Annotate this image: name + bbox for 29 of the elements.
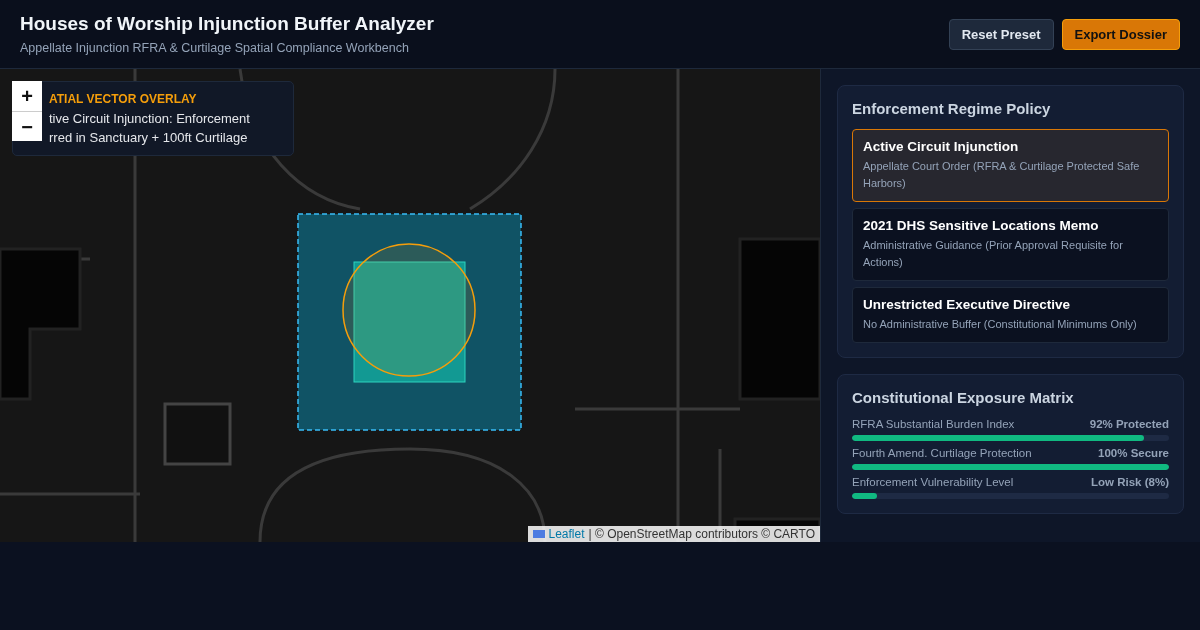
option-description: No Administrative Buffer (Constitutional Minimums Only) [863, 317, 1138, 332]
metric-label: Enforcement Vulnerability Level [852, 476, 1014, 488]
option-title: Unrestricted Executive Directive [863, 297, 1072, 312]
zoom-out-button[interactable]: − [12, 111, 42, 141]
overlay-text: tive Circuit Injunction: Enforcement [49, 110, 251, 128]
reset-button[interactable]: Reset Preset [948, 18, 1054, 50]
option-title: Active Circuit Injunction [863, 139, 1020, 154]
flag-icon [532, 530, 545, 538]
metric-label: Fourth Amend. Curtilage Protection [852, 447, 1032, 459]
app-title: Houses of Worship Injunction Buffer Analyzer [20, 13, 434, 35]
option-description: Administrative Guidance (Prior Approval Requisite for Actions) [863, 238, 1124, 270]
export-button[interactable]: Export Dossier [1061, 18, 1180, 50]
option-title: 2021 DHS Sensitive Locations Memo [863, 218, 1100, 233]
attribution-text: | © OpenStreetMap contributors © CARTO [588, 527, 815, 541]
leaflet-link[interactable]: Leaflet [548, 527, 585, 541]
metric-reading: Low Risk (8%) [1091, 476, 1169, 488]
policy-option[interactable]: Unrestricted Executive Directive No Administrative Buffer (Constitutional Minimums Only) [852, 287, 1169, 343]
map-view[interactable]: ATIAL VECTOR OVERLAY tive Circuit Injunction: Enforcement rred in Sanctuary + 100ft Curtilage + − Leaflet | © OpenStreetMap contributors © CARTO [0, 69, 820, 542]
option-description: Appellate Court Order (RFRA & Curtilage Protected Safe Harbors) [863, 159, 1141, 191]
policy-option[interactable]: Active Circuit Injunction Appellate Court Order (RFRA & Curtilage Protected Safe Harbors) [852, 129, 1169, 202]
overlay-text: rred in Sanctuary + 100ft Curtilage [49, 129, 249, 147]
metric-reading: 92% Protected [1089, 418, 1169, 430]
policy-option[interactable]: 2021 DHS Sensitive Locations Memo Administrative Guidance (Prior Approval Requisite for Actions) [852, 208, 1169, 281]
metric-reading: 100% Secure [1098, 447, 1169, 459]
card-title: Constitutional Exposure Matrix [852, 389, 1075, 406]
app-subtitle: Appellate Injunction RFRA & Curtilage Spatial Compliance Workbench [20, 41, 410, 55]
metric-label: RFRA Substantial Burden Index [852, 418, 1015, 430]
overlay-heading: ATIAL VECTOR OVERLAY [49, 91, 198, 108]
card-title: Enforcement Regime Policy [852, 100, 1052, 117]
